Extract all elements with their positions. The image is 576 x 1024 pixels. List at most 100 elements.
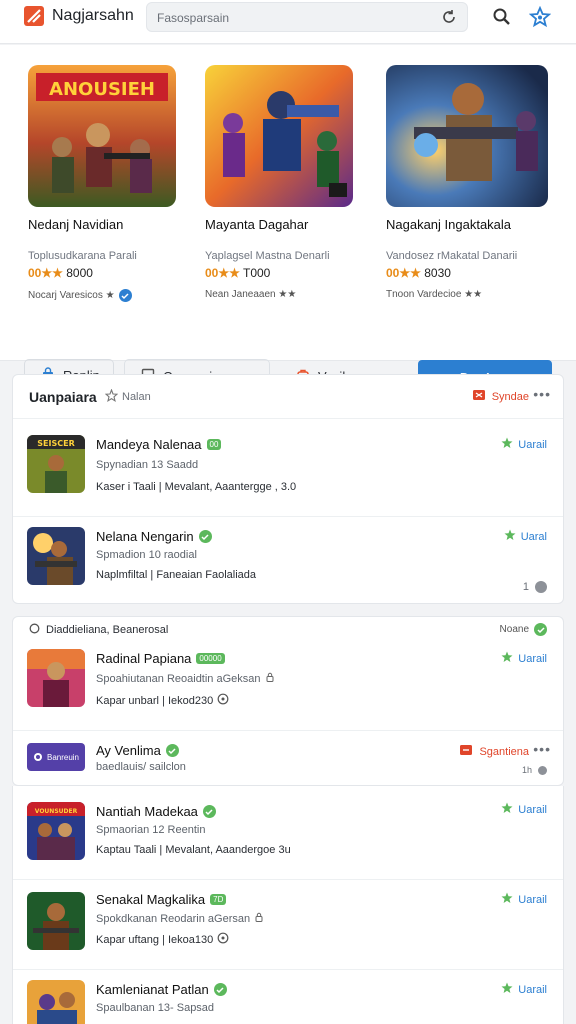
search-input[interactable] — [157, 8, 427, 28]
item-meta-text: Kapar unbarl | Iekod230 — [96, 694, 214, 707]
item-meta: Kapar unbarl | Iekod230 — [96, 693, 229, 708]
star-icon — [501, 892, 513, 907]
item-tag-badge: 00 — [206, 439, 222, 450]
list-item[interactable]: Nelana Nengarin Spmadion 10 raodial Napl… — [13, 517, 563, 603]
page-indicator[interactable]: 1 — [523, 581, 547, 593]
item-action-label: Uaral — [520, 530, 547, 543]
panel-action-label: Sgantiena — [479, 745, 529, 758]
verified-icon — [198, 530, 212, 543]
item-action[interactable]: Uarail — [501, 982, 547, 997]
featured-card[interactable]: Nagakanj Ingaktakala Vandosez rMakatal D… — [386, 65, 556, 300]
search-bar[interactable] — [146, 2, 468, 32]
panel-action-link[interactable]: Sgantiena — [459, 743, 529, 760]
game-thumbnail — [27, 980, 85, 1024]
rating-stars: 00★★ — [28, 266, 63, 280]
featured-subtitle: Yaplagsel Mastna Denarli — [205, 250, 330, 262]
more-options-icon[interactable]: ••• — [533, 386, 551, 402]
featured-meta-text: Nean Janeaaen ★★ — [205, 289, 297, 300]
featured-card[interactable]: Mayanta Dagahar Yaplagsel Mastna Denarli… — [205, 65, 375, 300]
item-subtitle-text: Spokdkanan Reodarin aGersan — [96, 912, 251, 925]
item-name: Ay Venlima — [96, 743, 179, 758]
panel-subtitle-text: Nalan — [122, 391, 151, 403]
panel-title: Diaddieliana, Beanerosal — [46, 624, 169, 636]
list-item[interactable]: Radinal Papiana 00000 Spoahiutanan Reoaid… — [13, 641, 563, 731]
item-action[interactable]: Uarail — [501, 802, 547, 817]
rating-stars: 00★★ — [205, 266, 240, 280]
item-subtitle-text: Spoahiutanan Reoaidtin aGeksan — [96, 672, 261, 685]
list-item[interactable]: Senakal Magkalika 7D Spokdkanan Reodarin … — [13, 880, 563, 970]
item-meta: Naplmfiltal | Faneaian Faolaliada — [96, 569, 256, 581]
featured-meta-text: Nocarj Varesicos ★ — [28, 290, 115, 301]
app-title: Nagjarsahn — [52, 7, 134, 24]
featured-meta: Tnoon Vardecioe ★★ — [386, 289, 556, 300]
star-icon — [501, 982, 513, 997]
featured-game-art — [205, 65, 353, 207]
featured-card[interactable]: ANOUSIEH Nedanj Navidian Toplusudkarana … — [28, 65, 198, 302]
list-item[interactable]: Kamlenianat Patlan Spaulbanan 13- Sapsad… — [13, 970, 563, 1024]
featured-title: Nagakanj Ingaktakala — [386, 217, 512, 232]
page-number: 1h — [521, 765, 532, 775]
item-action[interactable]: Uarail — [501, 437, 547, 452]
brand-logo: Banreuin — [27, 743, 85, 771]
featured-meta-text: Tnoon Vardecioe ★★ — [386, 289, 483, 300]
game-thumbnail — [27, 649, 85, 707]
featured-title: Nedanj Navidian — [28, 217, 124, 232]
item-name: Mandeya Nalenaa 00 — [96, 437, 222, 452]
featured-game-art: ANOUSIEH — [28, 65, 176, 207]
featured-meta: Nean Janeaaen ★★ — [205, 289, 375, 300]
panel-action-label: Syndae — [491, 390, 529, 403]
featured-subtitle: Vandosez rMakatal Danarii — [386, 250, 518, 262]
game-thumbnail — [27, 892, 85, 950]
featured-price: 00★★ 8000 — [28, 266, 198, 280]
featured-game-art — [386, 65, 548, 207]
star-icon — [501, 802, 513, 817]
page-number: 1 — [522, 581, 529, 593]
featured-price: 00★★ T000 — [205, 266, 375, 280]
item-name: Nelana Nengarin — [96, 529, 212, 544]
panel-action-link[interactable]: Syndae — [472, 388, 529, 405]
star-icon — [501, 437, 513, 452]
item-meta: Kaser i Taali | Mevalant, Aaantergge , 3… — [96, 481, 297, 493]
flag-icon — [459, 743, 473, 760]
game-thumbnail: VOUNSUDER — [27, 802, 85, 860]
refresh-icon[interactable] — [441, 9, 457, 30]
panel-header: Uanpaiara Nalan Syndae ••• — [13, 375, 563, 419]
item-action[interactable]: Uaral — [504, 529, 547, 544]
item-action[interactable]: Uarail — [501, 892, 547, 907]
item-name: Nantiah Madekaa — [96, 804, 216, 819]
featured-title: Mayanta Dagahar — [205, 217, 309, 232]
list-item[interactable]: SEISCER Mandeya Nalenaa 00 Spynadian 13 S… — [13, 419, 563, 517]
item-action[interactable]: Uarail — [501, 651, 547, 666]
item-meta: Kaptau Taali | Mevalant, Aaandergoe 3u — [96, 844, 291, 856]
more-options-icon[interactable]: ••• — [533, 741, 551, 757]
verified-icon — [534, 623, 547, 636]
verified-icon — [213, 983, 227, 996]
item-subtitle: Spokdkanan Reodarin aGersan — [96, 912, 264, 925]
price-value: 8000 — [66, 266, 93, 280]
item-meta: Kapar uftang | Iekoa130 — [96, 932, 229, 947]
verified-icon — [118, 289, 132, 302]
page-indicator[interactable]: 1h — [522, 765, 547, 775]
item-action-label: Uarail — [518, 652, 547, 665]
search-icon[interactable] — [490, 5, 514, 29]
list-item[interactable]: VOUNSUDER Nantiah Madekaa Spmaorian 12 R… — [13, 786, 563, 880]
item-name: Senakal Magkalika 7D — [96, 892, 227, 907]
verified-icon — [165, 744, 179, 757]
star-icon — [501, 651, 513, 666]
star-favorite-icon[interactable] — [528, 5, 552, 29]
game-thumbnail — [27, 527, 85, 585]
app-logo-icon[interactable] — [24, 6, 44, 26]
thumbnail-title: SEISCER — [37, 439, 74, 448]
info-circle-icon — [29, 623, 40, 637]
sub-header-row[interactable]: Banreuin Ay Venlima baedlauis/ sailclon … — [13, 731, 563, 787]
panel-action-link[interactable]: Noane — [500, 623, 547, 636]
item-action-label: Uarail — [518, 803, 547, 816]
top-bar: Nagjarsahn — [0, 0, 576, 44]
list-panel: Uanpaiara Nalan Syndae ••• SEISCER Mande… — [12, 374, 564, 604]
panel-action-label: Noane — [499, 624, 529, 635]
item-action-label: Uarail — [518, 983, 547, 996]
thumbnail-title: VOUNSUDER — [35, 808, 78, 815]
price-value: 8030 — [424, 266, 451, 280]
item-subtitle: Spynadian 13 Saadd — [96, 459, 199, 471]
brand-logo-text: Banreuin — [46, 752, 80, 762]
